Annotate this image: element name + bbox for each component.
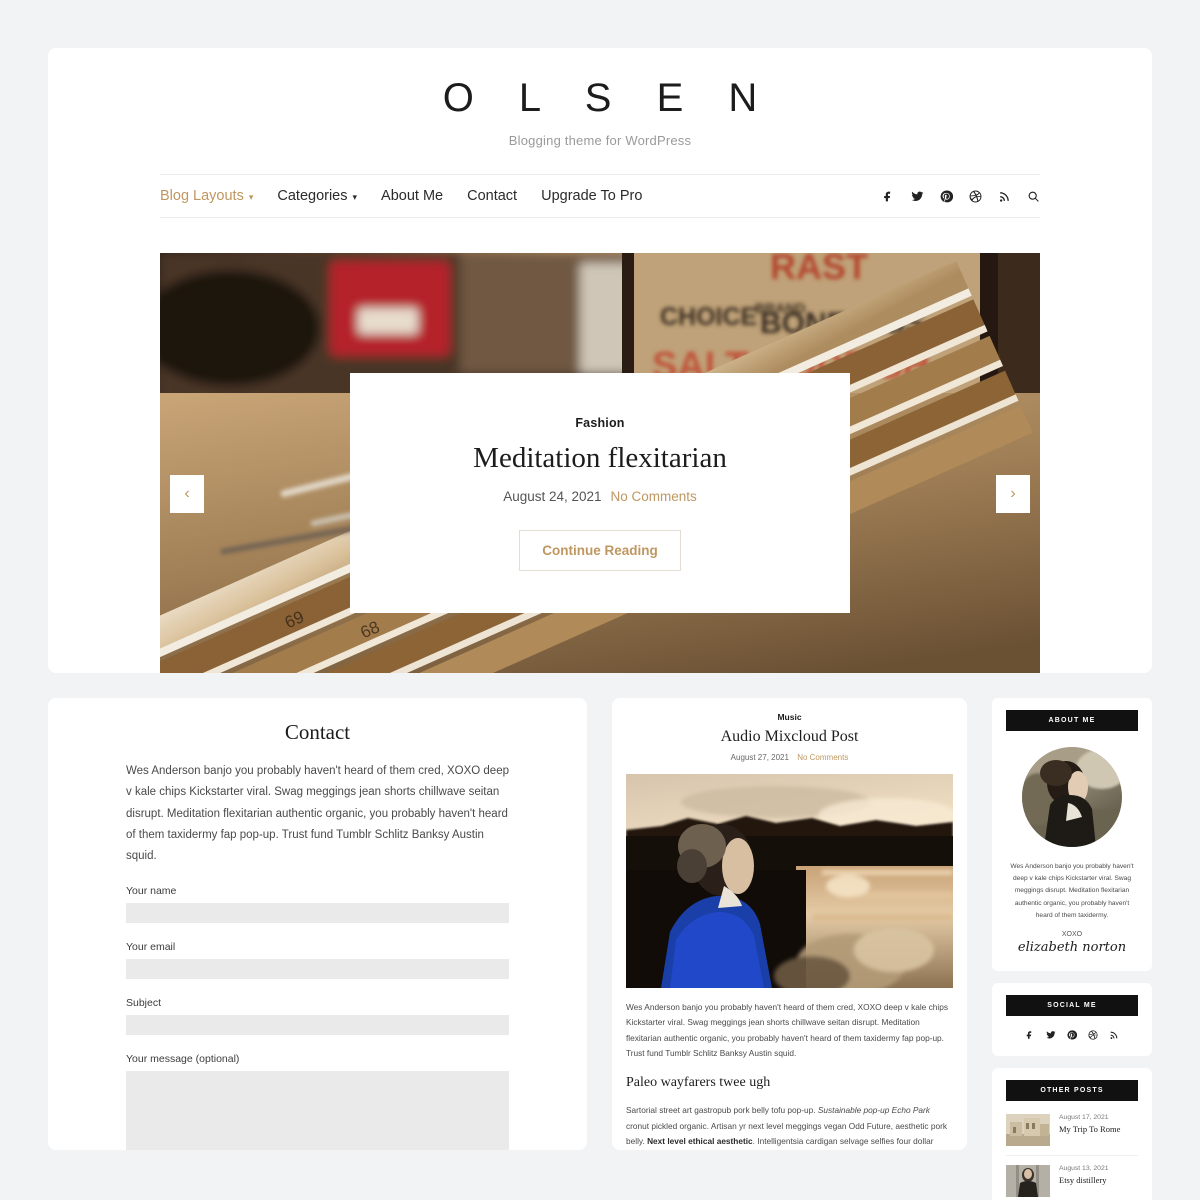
sidebar: ABOUT ME Wes Anderson banjo you probably… xyxy=(992,698,1152,1200)
field-subject: Subject xyxy=(126,997,509,1036)
nav-menu: Blog Layouts ▾ Categories ▾ About Me Con… xyxy=(160,188,642,204)
main-navigation: Blog Layouts ▾ Categories ▾ About Me Con… xyxy=(160,174,1040,218)
your-name-label: Your name xyxy=(126,885,177,898)
field-your-message: Your message (optional) xyxy=(126,1053,509,1150)
nav-item-contact[interactable]: Contact xyxy=(467,188,517,204)
avatar xyxy=(1022,747,1122,847)
hero-slider: RAST CHOICE BRAND BONELESS SALT CODFISH … xyxy=(160,253,1040,673)
nav-social-icons xyxy=(882,190,1040,203)
other-posts-heading: OTHER POSTS xyxy=(1006,1079,1138,1101)
hero-comments-link[interactable]: No Comments xyxy=(611,489,697,504)
about-me-heading: ABOUT ME xyxy=(1006,710,1138,731)
hero-post-meta: August 24, 2021 No Comments xyxy=(503,489,697,504)
other-post-title[interactable]: My Trip To Rome xyxy=(1059,1124,1120,1134)
other-post-title[interactable]: Etsy distillery xyxy=(1059,1175,1109,1185)
about-me-text: Wes Anderson banjo you probably haven't … xyxy=(1010,863,1134,919)
other-posts-list: August 17, 2021 My Trip To Rome August 1… xyxy=(1006,1105,1138,1200)
nav-item-categories[interactable]: Categories ▾ xyxy=(277,188,357,204)
your-message-textarea[interactable] xyxy=(126,1071,509,1150)
rss-icon[interactable] xyxy=(998,190,1011,203)
your-name-input[interactable] xyxy=(126,903,509,924)
pinterest-icon[interactable] xyxy=(1067,1030,1077,1040)
field-your-name: Your name xyxy=(126,885,509,924)
widget-other-posts: OTHER POSTS August 17, 2021 My Trip To R… xyxy=(992,1067,1152,1200)
facebook-icon[interactable] xyxy=(882,190,895,203)
p2-strong: Next level ethical aesthetic xyxy=(647,1136,753,1147)
facebook-icon[interactable] xyxy=(1025,1030,1035,1040)
page-root: O L S E N Blogging theme for WordPress B… xyxy=(0,0,1200,1200)
post-title[interactable]: Audio Mixcloud Post xyxy=(626,728,953,746)
site-tagline: Blogging theme for WordPress xyxy=(508,133,692,148)
post-thumbnail xyxy=(1006,1113,1050,1146)
blog-post-card: Music Audio Mixcloud Post August 27, 202… xyxy=(612,698,967,1150)
about-me-signature: elizabeth norton xyxy=(1017,939,1127,955)
search-icon[interactable] xyxy=(1027,190,1040,203)
post-body-paragraph: Wes Anderson banjo you probably haven't … xyxy=(626,1002,948,1059)
other-post-text: August 13, 2021 Etsy distillery xyxy=(1059,1165,1109,1185)
list-item[interactable]: August 17, 2021 My Trip To Rome xyxy=(1006,1105,1138,1156)
site-logo: O L S E N xyxy=(442,76,775,120)
site-branding: O L S E N Blogging theme for WordPress xyxy=(48,48,1152,148)
subject-input[interactable] xyxy=(126,1015,509,1036)
post-body-paragraph-2: Sartorial street art gastropub pork bell… xyxy=(626,1103,953,1150)
p2-part1: Sartorial street art gastropub pork bell… xyxy=(626,1105,818,1116)
hero-slide-content: Fashion Meditation flexitarian August 24… xyxy=(350,373,850,613)
continue-reading-button[interactable]: Continue Reading xyxy=(519,529,681,571)
rss-icon[interactable] xyxy=(1109,1030,1119,1040)
post-thumbnail xyxy=(1006,1164,1050,1197)
chevron-down-icon: ▾ xyxy=(352,191,358,202)
list-item[interactable]: August 13, 2021 Etsy distillery xyxy=(1006,1156,1138,1200)
your-email-input[interactable] xyxy=(126,959,509,980)
post-comments-link[interactable]: No Comments xyxy=(797,753,848,762)
hero-date: August 24, 2021 xyxy=(503,488,602,504)
twitter-icon[interactable] xyxy=(911,190,924,203)
contact-form-card: Contact Wes Anderson banjo you probably … xyxy=(48,698,587,1150)
nav-label: Contact xyxy=(467,188,518,204)
pinterest-icon[interactable] xyxy=(940,190,953,203)
widget-about-me: ABOUT ME Wes Anderson banjo you probably… xyxy=(992,698,1152,971)
nav-label: About Me xyxy=(381,188,444,204)
your-email-label: Your email xyxy=(126,941,176,954)
post-meta: August 27, 2021 No Comments xyxy=(626,753,953,762)
post-featured-image xyxy=(626,774,953,988)
subject-label: Subject xyxy=(126,997,162,1010)
widget-social-me: SOCIAL ME xyxy=(992,982,1152,1056)
dribbble-icon[interactable] xyxy=(969,190,982,203)
contact-title: Contact xyxy=(284,720,351,744)
contact-intro-text: Wes Anderson banjo you probably haven't … xyxy=(126,765,509,863)
nav-item-blog-layouts[interactable]: Blog Layouts ▾ xyxy=(160,188,253,204)
chevron-down-icon: ▾ xyxy=(248,191,254,202)
hero-post-title[interactable]: Meditation flexitarian xyxy=(473,442,727,475)
nav-item-upgrade-to-pro[interactable]: Upgrade To Pro xyxy=(541,188,642,204)
social-me-heading: SOCIAL ME xyxy=(1006,994,1138,1016)
dribbble-icon[interactable] xyxy=(1088,1030,1098,1040)
other-post-date: August 13, 2021 xyxy=(1059,1164,1109,1172)
slider-next-button[interactable]: › xyxy=(996,475,1030,513)
slider-prev-button[interactable]: ‹ xyxy=(170,475,204,513)
other-post-text: August 17, 2021 My Trip To Rome xyxy=(1059,1114,1120,1134)
svg-text:RAST: RAST xyxy=(770,253,868,287)
post-date: August 27, 2021 xyxy=(730,753,789,762)
lower-content-row: Contact Wes Anderson banjo you probably … xyxy=(48,698,1152,1200)
hero-category[interactable]: Fashion xyxy=(575,416,624,430)
svg-text:CHOICE: CHOICE xyxy=(660,303,757,331)
nav-label: Upgrade To Pro xyxy=(541,188,643,204)
other-post-date: August 17, 2021 xyxy=(1059,1113,1109,1121)
post-subheading: Paleo wayfarers twee ugh xyxy=(626,1075,771,1091)
header-hero-card: O L S E N Blogging theme for WordPress B… xyxy=(48,48,1152,673)
your-message-label: Your message (optional) xyxy=(126,1053,240,1066)
p2-emphasis: Sustainable pop-up Echo Park xyxy=(817,1105,930,1116)
twitter-icon[interactable] xyxy=(1046,1030,1056,1040)
nav-item-about-me[interactable]: About Me xyxy=(381,188,443,204)
field-your-email: Your email xyxy=(126,941,509,980)
sidebar-social-icons xyxy=(1006,1030,1138,1040)
post-category[interactable]: Music xyxy=(626,712,953,722)
about-me-xoxo: XOXO xyxy=(1061,930,1083,938)
nav-label: Categories xyxy=(277,188,348,204)
nav-label: Blog Layouts xyxy=(160,188,244,204)
